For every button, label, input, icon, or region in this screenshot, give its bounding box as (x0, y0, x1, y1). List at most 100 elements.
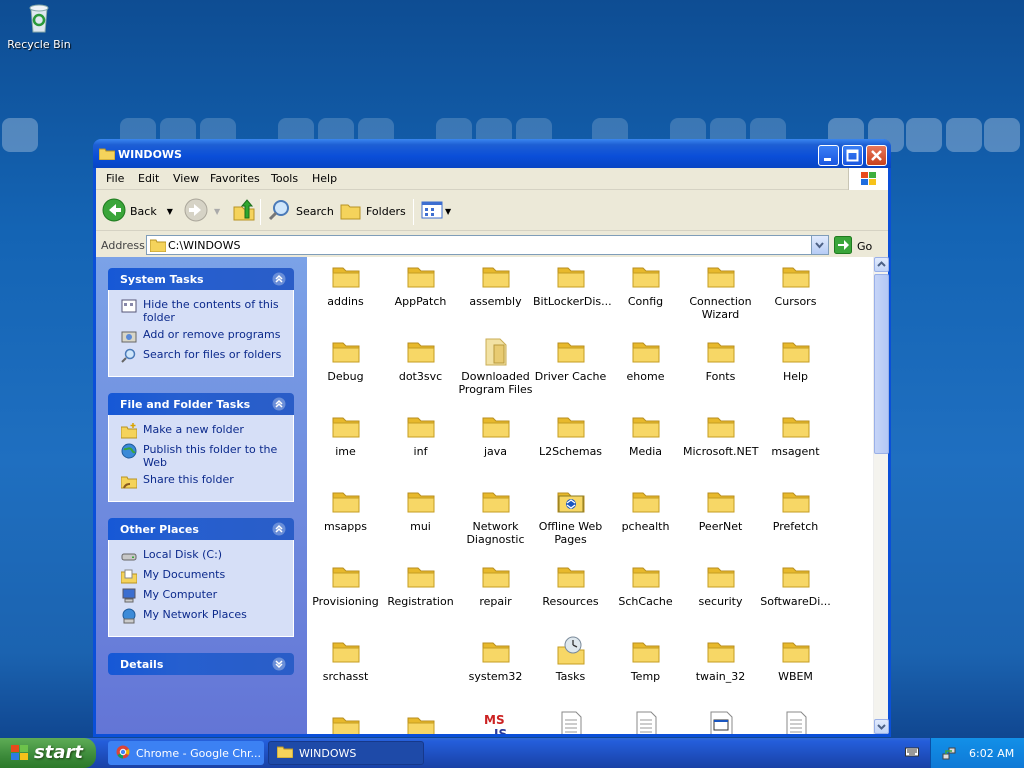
file-item[interactable]: system32 (458, 635, 533, 683)
file-item[interactable]: Network Diagnostic (458, 485, 533, 546)
menu-file[interactable]: File (106, 172, 124, 185)
place-my-documents[interactable]: My Documents (120, 568, 285, 584)
file-item[interactable]: addins (308, 260, 383, 308)
file-item[interactable]: Debug (308, 335, 383, 383)
file-label: Downloaded Program Files (458, 370, 533, 396)
menu-edit[interactable]: Edit (138, 172, 159, 185)
back-button[interactable]: Back ▼ (102, 198, 173, 223)
file-item[interactable] (758, 710, 833, 734)
maximize-button[interactable] (842, 145, 863, 166)
menu-view[interactable]: View (173, 172, 199, 185)
collapse-chevron-icon[interactable] (272, 522, 286, 536)
file-item[interactable]: repair (458, 560, 533, 608)
up-folder-button[interactable] (232, 198, 256, 223)
panel-header[interactable]: Other Places (108, 518, 294, 540)
clock[interactable]: 6:02 AM (969, 747, 1014, 760)
task-share-folder[interactable]: Share this folder (120, 473, 285, 489)
views-button[interactable]: ▼ (421, 199, 451, 223)
start-button[interactable]: start (0, 738, 96, 768)
file-item[interactable]: PeerNet (683, 485, 758, 533)
place-my-computer[interactable]: My Computer (121, 588, 285, 604)
task-chrome[interactable]: Chrome - Google Chr... (108, 741, 264, 765)
file-item[interactable] (308, 710, 383, 734)
file-item[interactable]: WBEM (758, 635, 833, 683)
collapse-chevron-icon[interactable] (272, 397, 286, 411)
close-button[interactable] (866, 145, 887, 166)
task-make-new-folder[interactable]: Make a new folder (120, 423, 285, 439)
file-item[interactable]: Help (758, 335, 833, 383)
file-item[interactable]: ime (308, 410, 383, 458)
file-item[interactable]: BitLockerDis... (533, 260, 612, 308)
network-status-icon[interactable] (941, 745, 957, 764)
task-windows-explorer[interactable]: WINDOWS (268, 741, 424, 765)
file-item[interactable]: Connection Wizard (683, 260, 758, 321)
task-publish-to-web[interactable]: Publish this folder to the Web (121, 443, 285, 469)
file-item[interactable]: mui (383, 485, 458, 533)
menu-favorites[interactable]: Favorites (210, 172, 260, 185)
file-item[interactable]: Config (608, 260, 683, 308)
place-my-network-places[interactable]: My Network Places (121, 608, 285, 624)
scroll-up-button[interactable] (874, 257, 889, 272)
file-item[interactable]: srchasst (308, 635, 383, 683)
file-item[interactable] (383, 710, 458, 734)
file-item[interactable]: SoftwareDi... (758, 560, 833, 608)
file-item[interactable]: Tasks (533, 635, 608, 683)
file-item[interactable] (683, 710, 758, 734)
file-item[interactable]: Driver Cache (533, 335, 608, 383)
minimize-button[interactable] (818, 145, 839, 166)
file-item[interactable]: security (683, 560, 758, 608)
panel-header[interactable]: File and Folder Tasks (108, 393, 294, 415)
file-item[interactable]: Offline Web Pages (533, 485, 608, 546)
address-input[interactable]: C:\WINDOWS (146, 235, 829, 255)
collapse-chevron-icon[interactable] (272, 272, 286, 286)
file-item[interactable]: pchealth (608, 485, 683, 533)
file-item[interactable]: Temp (608, 635, 683, 683)
task-hide-contents[interactable]: Hide the contents of this folder (121, 298, 285, 324)
folders-button[interactable]: Folders (340, 199, 406, 223)
file-item[interactable]: assembly (458, 260, 533, 308)
file-item[interactable]: SchCache (608, 560, 683, 608)
go-button[interactable]: Go (834, 236, 872, 257)
menu-tools[interactable]: Tools (271, 172, 298, 185)
file-item[interactable]: Media (608, 410, 683, 458)
file-item[interactable]: inf (383, 410, 458, 458)
file-item[interactable]: Resources (533, 560, 608, 608)
search-button[interactable]: Search (268, 199, 334, 223)
expand-chevron-icon[interactable] (272, 657, 286, 671)
file-item[interactable]: twain_32 (683, 635, 758, 683)
file-item[interactable]: dot3svc (383, 335, 458, 383)
scroll-thumb[interactable] (874, 274, 889, 454)
file-item[interactable]: java (458, 410, 533, 458)
file-label: system32 (468, 670, 523, 683)
task-search-files[interactable]: Search for files or folders (121, 348, 285, 364)
file-item[interactable]: Provisioning (308, 560, 383, 608)
file-item[interactable]: MS JS (458, 710, 533, 734)
place-local-disk[interactable]: Local Disk (C:) (121, 548, 285, 564)
scroll-down-button[interactable] (874, 719, 889, 734)
title-bar[interactable]: WINDOWS (93, 139, 891, 168)
file-item[interactable]: msagent (758, 410, 833, 458)
file-item[interactable]: Microsoft.NET (683, 410, 758, 458)
file-item[interactable]: Downloaded Program Files (458, 335, 533, 396)
file-item[interactable]: Prefetch (758, 485, 833, 533)
back-dropdown-icon[interactable]: ▼ (167, 207, 173, 216)
desktop-icon-recycle-bin[interactable]: Recycle Bin (6, 2, 72, 51)
task-add-remove-programs[interactable]: Add or remove programs (121, 328, 285, 344)
file-item[interactable]: msapps (308, 485, 383, 533)
forward-button[interactable]: ▼ (184, 198, 220, 223)
file-item[interactable]: AppPatch (383, 260, 458, 308)
panel-header[interactable]: System Tasks (108, 268, 294, 290)
file-item[interactable]: Registration (383, 560, 458, 608)
file-item[interactable]: Fonts (683, 335, 758, 383)
keyboard-icon[interactable] (905, 746, 919, 761)
address-dropdown-button[interactable] (811, 236, 828, 254)
file-item[interactable] (533, 710, 608, 734)
panel-header[interactable]: Details (108, 653, 294, 675)
file-item[interactable] (608, 710, 683, 734)
menu-help[interactable]: Help (312, 172, 337, 185)
file-item[interactable]: Cursors (758, 260, 833, 308)
folder-icon (405, 560, 437, 592)
file-item[interactable]: L2Schemas (533, 410, 608, 458)
vertical-scrollbar[interactable] (873, 257, 889, 734)
file-item[interactable]: ehome (608, 335, 683, 383)
